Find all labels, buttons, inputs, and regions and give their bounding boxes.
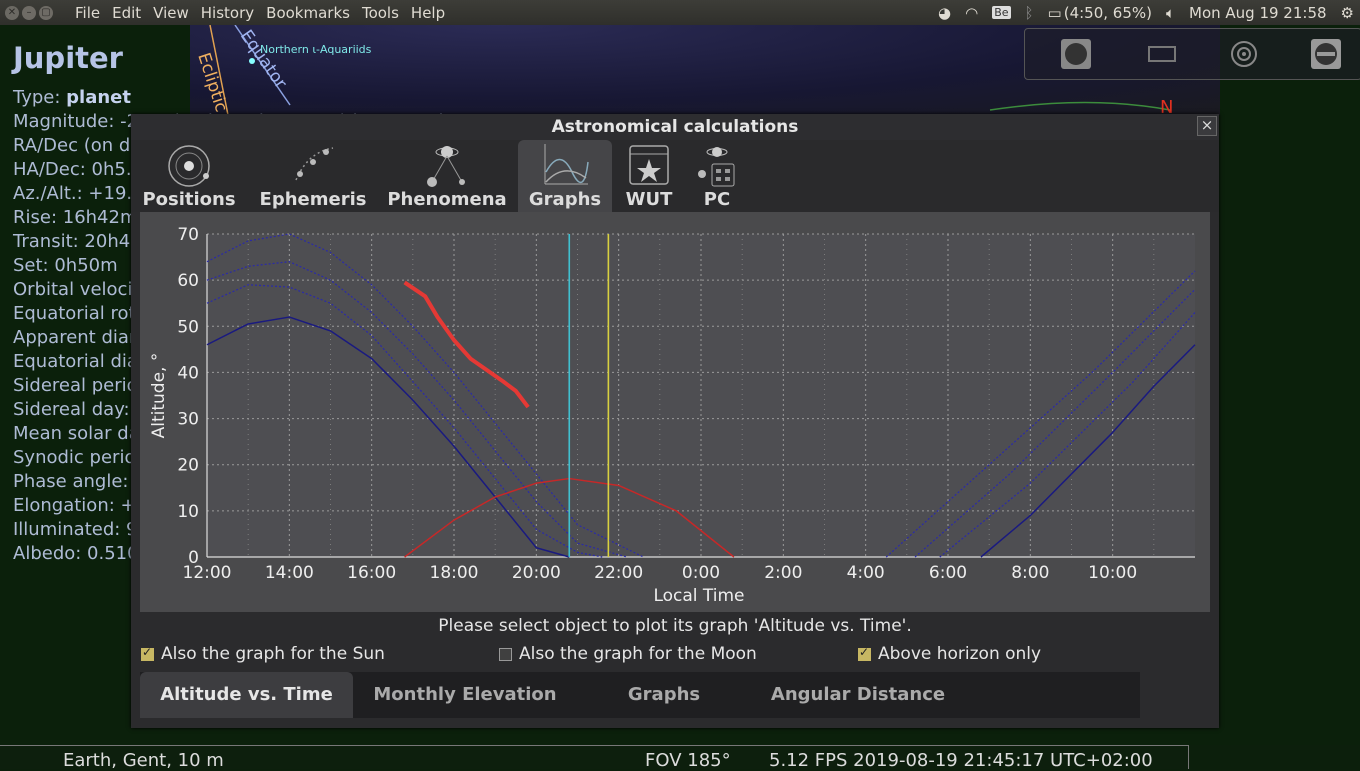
sun-graph-checkbox-box[interactable] bbox=[141, 645, 154, 661]
menu-tools[interactable]: Tools bbox=[362, 4, 399, 22]
object-type-line: Type: planet bbox=[13, 86, 498, 110]
x-tick-label: 22:00 bbox=[594, 563, 643, 583]
tab-altitude-vs-time[interactable]: Altitude vs. Time bbox=[140, 672, 353, 718]
moon-graph-checkbox-label: Also the graph for the Moon bbox=[519, 644, 757, 664]
menu-history[interactable]: History bbox=[201, 4, 254, 22]
battery-status[interactable]: (4:50, 65%) bbox=[1064, 4, 1152, 22]
tab-phenomena-label: Phenomena bbox=[387, 189, 507, 210]
object-name: Jupiter bbox=[13, 41, 123, 75]
astronomical-calculations-dialog: Astronomical calculations × Positions Ep… bbox=[131, 114, 1219, 728]
y-tick-label: 0 bbox=[188, 548, 199, 568]
sun-graph-checkbox[interactable]: Also the graph for the Sun bbox=[141, 644, 385, 664]
dialog-tabs: Positions Ephemeris Phenomena Graphs WUT… bbox=[131, 140, 1219, 212]
clock[interactable]: Mon Aug 19 21:58 bbox=[1189, 4, 1327, 22]
minimize-window-button[interactable]: – bbox=[22, 5, 36, 20]
menu-file[interactable]: File bbox=[75, 4, 100, 22]
dialog-title: Astronomical calculations bbox=[131, 114, 1219, 140]
graph-hint-message: Please select object to plot its graph '… bbox=[438, 616, 912, 636]
bluetooth-icon[interactable]: ᛒ bbox=[1025, 4, 1034, 22]
target-icon[interactable] bbox=[1229, 39, 1259, 69]
keyboard-layout-icon[interactable]: Be bbox=[992, 6, 1011, 19]
menu-view[interactable]: View bbox=[153, 4, 189, 22]
window-controls: ✕ – ▢ bbox=[2, 5, 53, 20]
gear-icon[interactable]: ⚙ bbox=[1341, 4, 1354, 22]
phenomena-icon bbox=[427, 146, 465, 187]
sun-graph-checkbox-label: Also the graph for the Sun bbox=[161, 644, 385, 664]
wifi-icon[interactable]: ◠ bbox=[965, 4, 978, 22]
top-menubar: ✕ – ▢ File Edit View History Bookmarks T… bbox=[0, 0, 1360, 25]
positions-icon bbox=[168, 145, 210, 187]
tab-graphs-secondary[interactable]: Graphs bbox=[580, 672, 748, 718]
tab-graphs-label: Graphs bbox=[528, 189, 602, 210]
battery-icon[interactable]: ▭ bbox=[1048, 4, 1062, 22]
above-horizon-checkbox[interactable]: Above horizon only bbox=[858, 644, 1041, 664]
y-tick-label: 10 bbox=[177, 502, 199, 522]
y-tick-label: 30 bbox=[177, 410, 199, 430]
ephemeris-icon bbox=[295, 147, 334, 181]
y-tick-label: 50 bbox=[177, 317, 199, 337]
x-tick-label: 14:00 bbox=[265, 563, 314, 583]
tab-pc-label: PC bbox=[703, 189, 731, 210]
tab-wut[interactable]: WUT bbox=[619, 140, 679, 212]
close-dialog-button[interactable]: × bbox=[1197, 116, 1217, 136]
tab-positions[interactable]: Positions bbox=[135, 140, 243, 212]
x-tick-label: 8:00 bbox=[1011, 563, 1049, 583]
menu-help[interactable]: Help bbox=[411, 4, 445, 22]
north-marker: N bbox=[1160, 97, 1173, 115]
menu-bookmarks[interactable]: Bookmarks bbox=[266, 4, 350, 22]
above-horizon-checkbox-box[interactable] bbox=[858, 645, 871, 661]
graphs-icon bbox=[544, 144, 589, 185]
system-tray: ◕ ◠ Be ᛒ ▭ (4:50, 65%) 🔈︎ Mon Aug 19 21:… bbox=[924, 0, 1354, 25]
x-tick-label: 4:00 bbox=[847, 563, 885, 583]
x-tick-label: 16:00 bbox=[347, 563, 396, 583]
steam-icon[interactable]: ◕ bbox=[938, 4, 951, 22]
tab-wut-label: WUT bbox=[625, 189, 673, 210]
y-tick-label: 70 bbox=[177, 225, 199, 245]
atmosphere-toggle-icon[interactable] bbox=[1061, 39, 1091, 69]
y-axis-label: Altitude, ° bbox=[149, 353, 169, 439]
planet-calculator-icon bbox=[698, 147, 735, 187]
x-tick-label: 10:00 bbox=[1088, 563, 1137, 583]
tab-ephemeris-label: Ephemeris bbox=[259, 189, 367, 210]
y-tick-label: 60 bbox=[177, 271, 199, 291]
moon-graph-checkbox-box[interactable] bbox=[499, 647, 512, 661]
altitude-vs-time-chart[interactable]: 12:00 14:00 16:00 18:00 20:00 22:00 0:00 2:00 4:… bbox=[140, 212, 1210, 612]
tab-positions-label: Positions bbox=[142, 189, 236, 210]
window-toggle-icon[interactable] bbox=[1147, 39, 1177, 69]
tab-phenomena[interactable]: Phenomena bbox=[383, 140, 511, 212]
calendar-star-icon bbox=[629, 145, 669, 185]
x-tick-label: 6:00 bbox=[929, 563, 967, 583]
tab-ephemeris[interactable]: Ephemeris bbox=[249, 140, 377, 212]
telescope-icon[interactable] bbox=[1311, 39, 1341, 69]
tab-graphs[interactable]: Graphs bbox=[518, 140, 612, 212]
moon-graph-checkbox[interactable]: Also the graph for the Moon bbox=[499, 644, 757, 664]
x-tick-label: 20:00 bbox=[512, 563, 561, 583]
y-tick-label: 20 bbox=[177, 456, 199, 476]
x-tick-label: 2:00 bbox=[764, 563, 802, 583]
tab-pc[interactable]: PC bbox=[687, 140, 747, 212]
altitude-graph-panel: 12:00 14:00 16:00 18:00 20:00 22:00 0:00 2:00 4:… bbox=[140, 212, 1210, 612]
x-tick-label: 0:00 bbox=[682, 563, 720, 583]
y-tick-label: 40 bbox=[177, 363, 199, 383]
top-right-toolbar bbox=[1024, 28, 1360, 80]
restore-window-button[interactable]: ▢ bbox=[39, 5, 53, 20]
tab-angular-distance[interactable]: Angular Distance bbox=[754, 672, 962, 718]
close-window-button[interactable]: ✕ bbox=[5, 5, 19, 20]
x-axis-label: Local Time bbox=[653, 586, 744, 606]
menu-edit[interactable]: Edit bbox=[112, 4, 141, 22]
status-bar: Earth, Gent, 10 m FOV 185° 5.12 FPS 2019… bbox=[0, 745, 1189, 771]
graph-type-tabs: Altitude vs. Time Monthly Elevation Grap… bbox=[140, 672, 1140, 718]
object-type-value: planet bbox=[66, 87, 131, 108]
volume-icon[interactable]: 🔈︎ bbox=[1166, 4, 1175, 22]
above-horizon-checkbox-label: Above horizon only bbox=[878, 644, 1042, 664]
x-tick-label: 18:00 bbox=[430, 563, 479, 583]
object-type-label: Type: bbox=[13, 87, 67, 108]
tab-monthly-elevation[interactable]: Monthly Elevation bbox=[358, 672, 572, 718]
